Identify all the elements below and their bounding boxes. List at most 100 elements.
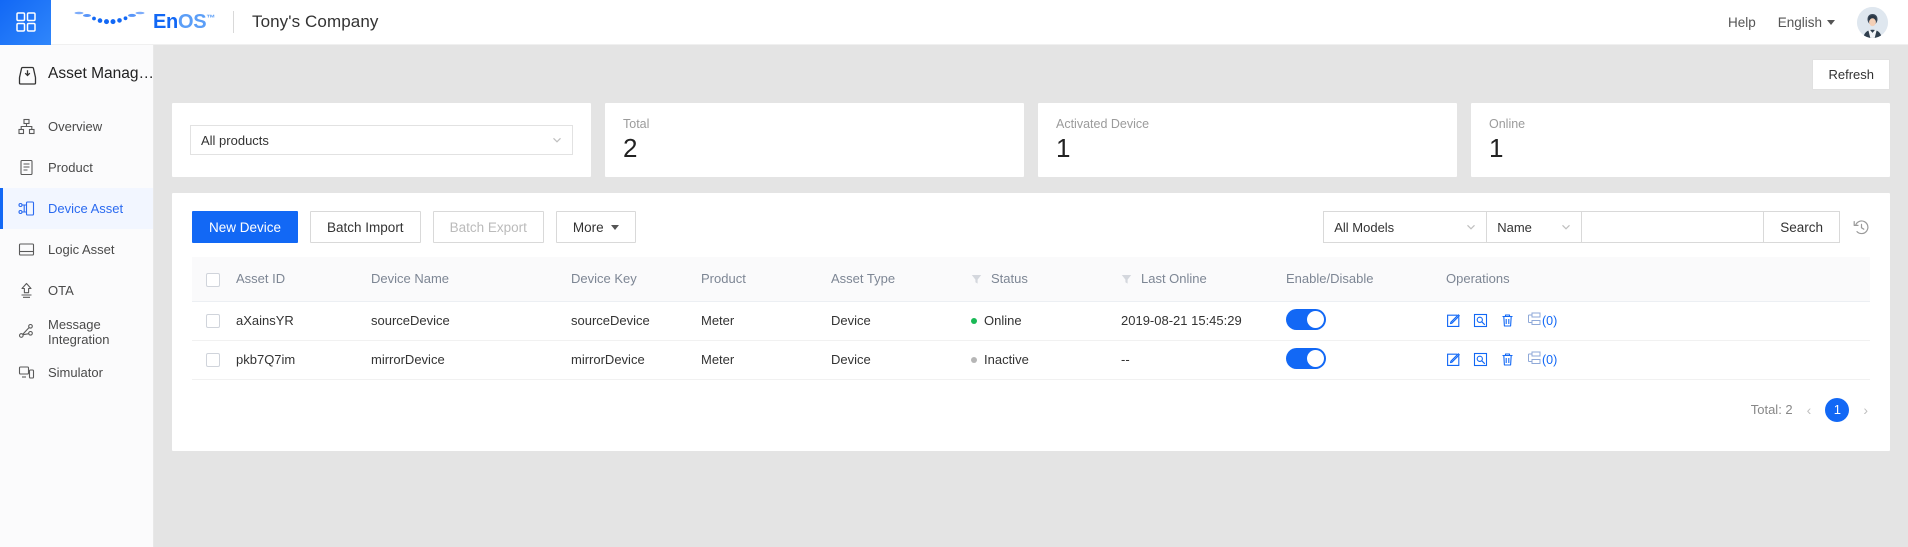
sidebar-item-overview[interactable]: Overview	[0, 106, 153, 147]
delete-icon[interactable]	[1500, 313, 1515, 328]
sidebar-item-logic-asset[interactable]: Logic Asset	[0, 229, 153, 270]
sub-device-count-label: (0)	[1542, 352, 1558, 367]
pagination: Total: 2 ‹ 1 ›	[192, 380, 1870, 422]
cell-last-online: 2019-08-21 15:45:29	[1113, 301, 1278, 341]
history-icon[interactable]	[1853, 219, 1870, 236]
help-label: Help	[1727, 15, 1756, 30]
chevron-down-icon	[1827, 20, 1835, 25]
search-input[interactable]	[1581, 211, 1764, 243]
cell-enable-toggle	[1278, 301, 1438, 341]
sidebar-title-label: Asset Manag…	[48, 65, 154, 82]
column-asset-id[interactable]: Asset ID	[228, 257, 363, 302]
toolbar-actions: New Device Batch Import Batch Export Mor…	[192, 211, 636, 243]
sidebar-item-product[interactable]: Product	[0, 147, 153, 188]
stat-label: Total	[623, 117, 650, 131]
select-all-checkbox[interactable]	[206, 272, 220, 287]
app-shell: Asset Manag… Overview Product Device Ass…	[0, 45, 1908, 547]
select-all-header	[192, 257, 228, 302]
sub-device-count[interactable]: (0)	[1527, 351, 1557, 368]
column-status[interactable]: Status	[963, 257, 1113, 302]
chevron-down-icon	[552, 135, 562, 145]
column-asset-type[interactable]: Asset Type	[823, 257, 963, 302]
page-number-1[interactable]: 1	[1825, 397, 1850, 422]
batch-export-button: Batch Export	[432, 211, 544, 243]
column-label: Operations	[1446, 271, 1510, 287]
enable-toggle[interactable]	[1286, 308, 1326, 330]
column-device-key[interactable]: Device Key	[563, 257, 693, 302]
cell-product: Meter	[693, 340, 823, 380]
sidebar-item-label: Message Integration	[48, 316, 110, 347]
column-last-online[interactable]: Last Online	[1113, 257, 1278, 302]
logic-asset-icon	[18, 241, 35, 258]
chevron-down-icon	[610, 224, 619, 230]
cell-device-name: mirrorDevice	[363, 340, 563, 380]
sidebar-item-device-asset[interactable]: Device Asset	[0, 188, 153, 229]
table-body: aXainsYR sourceDevice sourceDevice Meter…	[192, 301, 1870, 380]
filter-icon[interactable]	[971, 273, 982, 284]
status-label: Inactive	[984, 352, 1029, 367]
overview-icon	[18, 118, 35, 135]
column-device-name[interactable]: Device Name	[363, 257, 563, 302]
sidebar-item-simulator[interactable]: Simulator	[0, 352, 153, 393]
cell-status: Inactive	[963, 340, 1113, 380]
column-label: Asset Type	[831, 271, 896, 287]
field-filter-select[interactable]: Name	[1486, 211, 1582, 243]
brand-logo[interactable]: En OS ™	[51, 9, 215, 36]
stat-value: 1	[1056, 133, 1071, 163]
model-filter-value: All Models	[1334, 219, 1395, 235]
language-selector[interactable]: English	[1778, 15, 1835, 30]
sidebar-item-message-integration[interactable]: Message Integration	[0, 311, 153, 352]
cell-asset-type: Device	[823, 301, 963, 341]
sidebar-item-label: Device Asset	[48, 201, 124, 216]
status-dot	[971, 356, 977, 363]
table-row[interactable]: aXainsYR sourceDevice sourceDevice Meter…	[192, 301, 1870, 341]
batch-import-button[interactable]: Batch Import	[310, 211, 421, 243]
table-toolbar: New Device Batch Import Batch Export Mor…	[192, 211, 1870, 243]
refresh-button[interactable]: Refresh	[1812, 58, 1890, 90]
app-grid-icon[interactable]	[0, 0, 51, 45]
row-checkbox[interactable]	[206, 353, 220, 368]
stat-label: Activated Device	[1056, 117, 1150, 131]
sub-device-list-icon	[1527, 312, 1541, 329]
model-filter-select[interactable]: All Models	[1323, 211, 1487, 243]
cell-device-key: sourceDevice	[563, 301, 693, 341]
view-detail-icon[interactable]	[1473, 352, 1488, 367]
avatar[interactable]	[1857, 7, 1888, 38]
cell-operations: (0)	[1438, 301, 1870, 341]
delete-icon[interactable]	[1500, 352, 1515, 367]
table-header-row: Asset ID Device Name Device Key Product …	[192, 257, 1870, 302]
prev-page-button[interactable]: ‹	[1805, 402, 1814, 418]
top-header: En OS ™ Tony's Company Help English	[0, 0, 1908, 45]
sidebar: Asset Manag… Overview Product Device Ass…	[0, 45, 154, 547]
cell-asset-id: aXainsYR	[228, 301, 363, 341]
edit-icon[interactable]	[1446, 352, 1461, 367]
view-detail-icon[interactable]	[1473, 313, 1488, 328]
sidebar-item-ota[interactable]: OTA	[0, 270, 153, 311]
language-label: English	[1777, 15, 1822, 30]
edit-icon[interactable]	[1446, 313, 1461, 328]
status-label: Online	[984, 313, 1022, 328]
cell-asset-type: Device	[823, 340, 963, 380]
column-label: Enable/Disable	[1286, 271, 1374, 287]
filter-icon[interactable]	[1121, 273, 1132, 284]
sidebar-item-label: Product	[48, 160, 93, 175]
new-device-button[interactable]: New Device	[192, 211, 299, 243]
stat-value: 2	[623, 133, 638, 163]
column-label: Asset ID	[236, 271, 286, 287]
product-icon	[18, 159, 35, 176]
product-filter-select[interactable]: All products	[190, 125, 573, 155]
table-row[interactable]: pkb7Q7im mirrorDevice mirrorDevice Meter…	[192, 340, 1870, 380]
next-page-button[interactable]: ›	[1861, 402, 1870, 418]
column-label: Device Name	[371, 271, 450, 287]
cell-enable-toggle	[1278, 340, 1438, 380]
row-checkbox[interactable]	[206, 314, 220, 329]
search-button[interactable]: Search	[1763, 211, 1840, 243]
total-count-label: Total: 2	[1750, 402, 1793, 417]
column-product[interactable]: Product	[693, 257, 823, 302]
more-button[interactable]: More	[555, 211, 636, 243]
help-link[interactable]: Help	[1728, 15, 1756, 30]
ota-icon	[18, 282, 35, 299]
enable-toggle[interactable]	[1286, 347, 1326, 369]
sub-device-count[interactable]: (0)	[1527, 312, 1557, 329]
